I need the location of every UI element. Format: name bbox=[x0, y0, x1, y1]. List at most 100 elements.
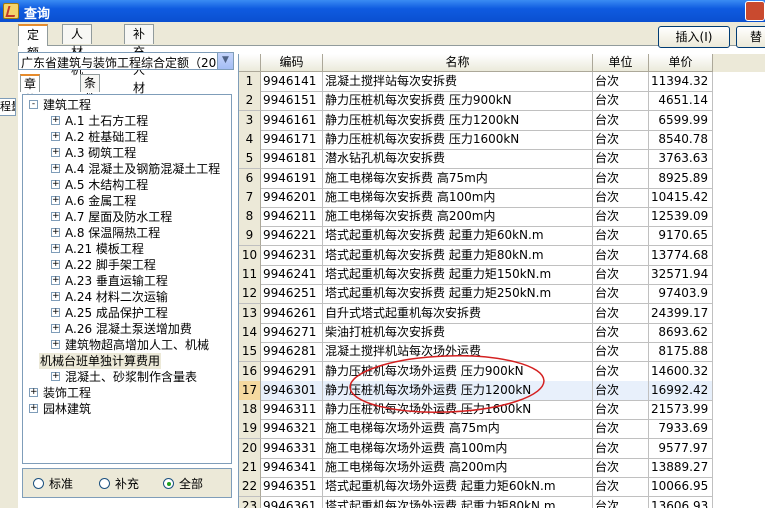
tab-quota[interactable]: 定额 bbox=[18, 24, 49, 60]
tree-item[interactable]: + A.24 材料二次运输 bbox=[23, 289, 231, 305]
tab-chapter-query[interactable]: 章节查询 bbox=[20, 74, 41, 139]
table-row[interactable]: 23 9946361 塔式起重机每次场外运费 起重力矩80kN.m 台次 13606.9… bbox=[239, 496, 765, 508]
name-cell: 混凝土搅拌站每次安拆费 bbox=[323, 72, 593, 92]
unit-cell: 台次 bbox=[593, 91, 649, 112]
expand-icon[interactable]: + bbox=[51, 116, 60, 125]
tab-condition-query[interactable]: 条件查询 bbox=[80, 74, 101, 138]
tree-item[interactable]: + A.25 成品保护工程 bbox=[23, 305, 231, 321]
tree-item[interactable]: + A.5 木结构工程 bbox=[23, 177, 231, 193]
tree-item[interactable]: + A.8 保温隔热工程 bbox=[23, 225, 231, 241]
table-row[interactable]: 12 9946251 塔式起重机每次安拆费 起重力矩250kN.m 台次 97403.9 bbox=[239, 284, 765, 305]
price-cell: 21573.99 bbox=[649, 400, 713, 421]
expand-icon[interactable]: + bbox=[51, 292, 60, 301]
code-cell: 9946341 bbox=[261, 458, 323, 478]
tree-item[interactable]: 机械台班单独计算费用 bbox=[23, 353, 231, 369]
tree-item[interactable]: - 建筑工程 bbox=[23, 97, 231, 113]
tree-item-label: A.5 木结构工程 bbox=[65, 178, 149, 192]
tree-item[interactable]: + 混凝土、砂浆制作含量表 bbox=[23, 369, 231, 385]
tree-item[interactable]: + A.23 垂直运输工程 bbox=[23, 273, 231, 289]
expand-icon[interactable]: + bbox=[29, 404, 38, 413]
table-row[interactable]: 7 9946201 施工电梯每次安拆费 高100m内 台次 10415.42 bbox=[239, 187, 765, 208]
expand-icon[interactable]: + bbox=[51, 196, 60, 205]
table-row[interactable]: 3 9946161 静力压桩机每次安拆费 压力1200kN 台次 6599.99 bbox=[239, 110, 765, 131]
expand-icon[interactable]: + bbox=[51, 132, 60, 141]
table-row[interactable]: 8 9946211 施工电梯每次安拆费 高200m内 台次 12539.09 bbox=[239, 207, 765, 228]
table-row[interactable]: 5 9946181 潜水钻孔机每次安拆费 台次 3763.63 bbox=[239, 149, 765, 170]
title-bar[interactable]: 查询 bbox=[0, 0, 765, 22]
radio-all-circle[interactable] bbox=[163, 478, 174, 489]
expand-icon[interactable]: + bbox=[29, 388, 38, 397]
table-row[interactable]: 13 9946261 自升式塔式起重机每次安拆费 台次 24399.17 bbox=[239, 303, 765, 324]
tree-item-label: A.3 砌筑工程 bbox=[65, 146, 137, 160]
expand-icon[interactable]: + bbox=[51, 324, 60, 333]
radio-standard-circle[interactable] bbox=[33, 478, 44, 489]
expand-icon[interactable]: + bbox=[51, 180, 60, 189]
header-price[interactable]: 单价 bbox=[649, 54, 713, 72]
table-row[interactable]: 4 9946171 静力压桩机每次安拆费 压力1600kN 台次 8540.78 bbox=[239, 129, 765, 150]
insert-button[interactable]: 插入(I) bbox=[658, 26, 730, 48]
tree-item[interactable]: + A.26 混凝土泵送增加费 bbox=[23, 321, 231, 337]
expand-icon[interactable]: + bbox=[51, 276, 60, 285]
header-unit[interactable]: 单位 bbox=[593, 54, 649, 72]
header-code[interactable]: 编码 bbox=[261, 54, 323, 72]
expand-icon[interactable]: + bbox=[51, 260, 60, 269]
results-grid[interactable]: 编码 名称 单位 单价 1 9946141 混凝土搅拌站每次安拆费 台次 11394.3… bbox=[238, 54, 765, 508]
price-cell: 8925.89 bbox=[649, 168, 713, 189]
table-row[interactable]: 10 9946231 塔式起重机每次安拆费 起重力矩80kN.m 台次 13774.68 bbox=[239, 245, 765, 266]
tree-item[interactable]: + A.4 混凝土及钢筋混凝土工程 bbox=[23, 161, 231, 177]
tree-item[interactable]: + A.3 砌筑工程 bbox=[23, 145, 231, 161]
code-cell: 9946221 bbox=[261, 226, 323, 247]
tree-item-label: A.24 材料二次运输 bbox=[65, 290, 168, 304]
table-row[interactable]: 21 9946341 施工电梯每次场外运费 高200m内 台次 13889.27 bbox=[239, 458, 765, 478]
unit-cell: 台次 bbox=[593, 438, 649, 459]
tree-item[interactable]: + A.21 模板工程 bbox=[23, 241, 231, 257]
tab-labor-material-machine[interactable]: 人材机 bbox=[62, 24, 93, 77]
header-name[interactable]: 名称 bbox=[323, 54, 593, 72]
table-row[interactable]: 19 9946321 施工电梯每次场外运费 高75m内 台次 7933.69 bbox=[239, 419, 765, 440]
row-number: 18 bbox=[239, 400, 261, 421]
close-icon[interactable] bbox=[745, 1, 765, 21]
expand-icon[interactable]: + bbox=[51, 164, 60, 173]
tree-item[interactable]: + 装饰工程 bbox=[23, 385, 231, 401]
row-number: 13 bbox=[239, 303, 261, 324]
tab-supplementary-lmm[interactable]: 补充人材机 bbox=[124, 24, 155, 113]
chapter-tree[interactable]: - 建筑工程 + A.1 土石方工程 + A.2 桩基础工程 + A.3 砌筑工程 + A.4 混… bbox=[22, 94, 232, 464]
tree-item[interactable]: + A.6 金属工程 bbox=[23, 193, 231, 209]
table-row[interactable]: 6 9946191 施工电梯每次安拆费 高75m内 台次 8925.89 bbox=[239, 168, 765, 189]
table-row[interactable]: 20 9946331 施工电梯每次场外运费 高100m内 台次 9577.97 bbox=[239, 438, 765, 459]
tree-item-label: A.1 土石方工程 bbox=[65, 114, 149, 128]
expand-icon[interactable]: + bbox=[51, 228, 60, 237]
expand-icon[interactable]: + bbox=[51, 244, 60, 253]
name-cell: 静力压桩机每次场外运费 压力900kN bbox=[323, 361, 593, 382]
table-row[interactable]: 18 9946311 静力压桩机每次场外运费 压力1600kN 台次 21573.99 bbox=[239, 400, 765, 421]
table-row[interactable]: 2 9946151 静力压桩机每次安拆费 压力900kN 台次 4651.14 bbox=[239, 91, 765, 112]
expand-icon[interactable]: + bbox=[51, 372, 60, 381]
chevron-down-icon[interactable]: ▼ bbox=[217, 53, 233, 69]
name-cell: 施工电梯每次安拆费 高100m内 bbox=[323, 187, 593, 208]
tree-item[interactable]: + A.2 桩基础工程 bbox=[23, 129, 231, 145]
table-row[interactable]: 22 9946351 塔式起重机每次场外运费 起重力矩60kN.m 台次 10066.9… bbox=[239, 477, 765, 498]
row-number: 22 bbox=[239, 477, 261, 498]
tree-item[interactable]: + 园林建筑 bbox=[23, 401, 231, 417]
replace-button[interactable]: 替 bbox=[736, 26, 765, 48]
table-row[interactable]: 16 9946291 静力压桩机每次场外运费 压力900kN 台次 14600.32 bbox=[239, 361, 765, 382]
tree-item[interactable]: + A.22 脚手架工程 bbox=[23, 257, 231, 273]
table-row[interactable]: 9 9946221 塔式起重机每次安拆费 起重力矩60kN.m 台次 9170.65 bbox=[239, 226, 765, 247]
expand-icon[interactable]: + bbox=[51, 148, 60, 157]
radio-supplement-circle[interactable] bbox=[99, 478, 110, 489]
table-row[interactable]: 11 9946241 塔式起重机每次安拆费 起重力矩150kN.m 台次 32571.9… bbox=[239, 265, 765, 285]
expand-icon[interactable]: + bbox=[51, 340, 60, 349]
table-row[interactable]: 15 9946281 混凝土搅拌机站每次场外运费 台次 8175.88 bbox=[239, 342, 765, 363]
quota-library-select[interactable]: 广东省建筑与装饰工程综合定额（2010） ▼ bbox=[18, 52, 234, 70]
table-row[interactable]: 1 9946141 混凝土搅拌站每次安拆费 台次 11394.32 bbox=[239, 72, 765, 92]
table-row[interactable]: 17 9946301 静力压桩机每次场外运费 压力1200kN 台次 16992.42 bbox=[239, 380, 765, 401]
tree-item[interactable]: + 建筑物超高增加人工、机械 bbox=[23, 337, 231, 353]
unit-cell: 台次 bbox=[593, 207, 649, 228]
collapse-icon[interactable]: - bbox=[29, 100, 38, 109]
expand-icon[interactable]: + bbox=[51, 308, 60, 317]
tree-item[interactable]: + A.1 土石方工程 bbox=[23, 113, 231, 129]
tree-item[interactable]: + A.7 屋面及防水工程 bbox=[23, 209, 231, 225]
tree-item-label: A.26 混凝土泵送增加费 bbox=[65, 322, 192, 336]
table-row[interactable]: 14 9946271 柴油打桩机每次安拆费 台次 8693.62 bbox=[239, 322, 765, 343]
expand-icon[interactable]: + bbox=[51, 212, 60, 221]
